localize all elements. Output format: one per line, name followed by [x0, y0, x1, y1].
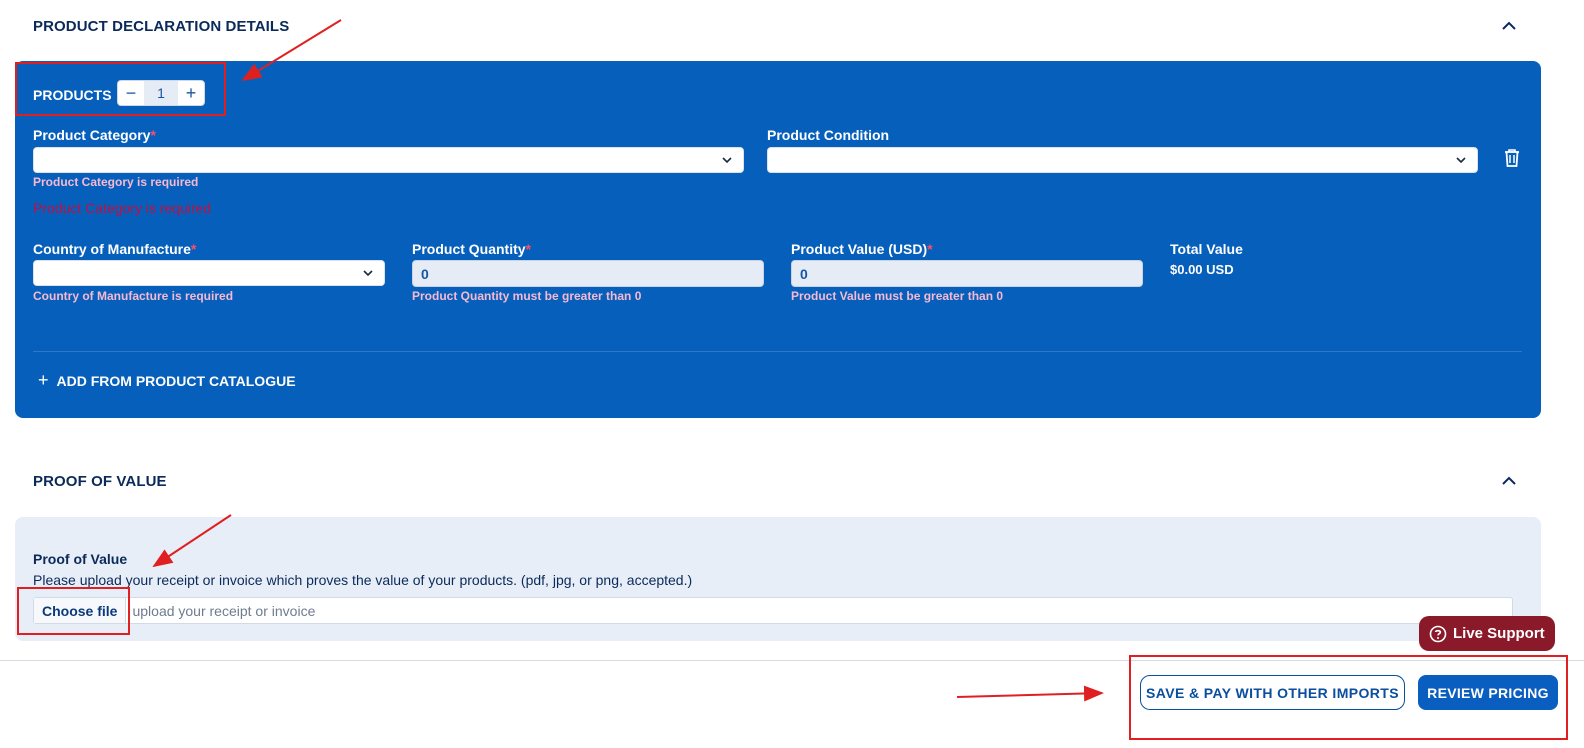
annotation-arrow-proof [152, 514, 232, 568]
annotation-arrow-products [241, 19, 342, 82]
annotation-arrows [152, 19, 1104, 702]
annotation-arrow-footer [956, 685, 1104, 702]
